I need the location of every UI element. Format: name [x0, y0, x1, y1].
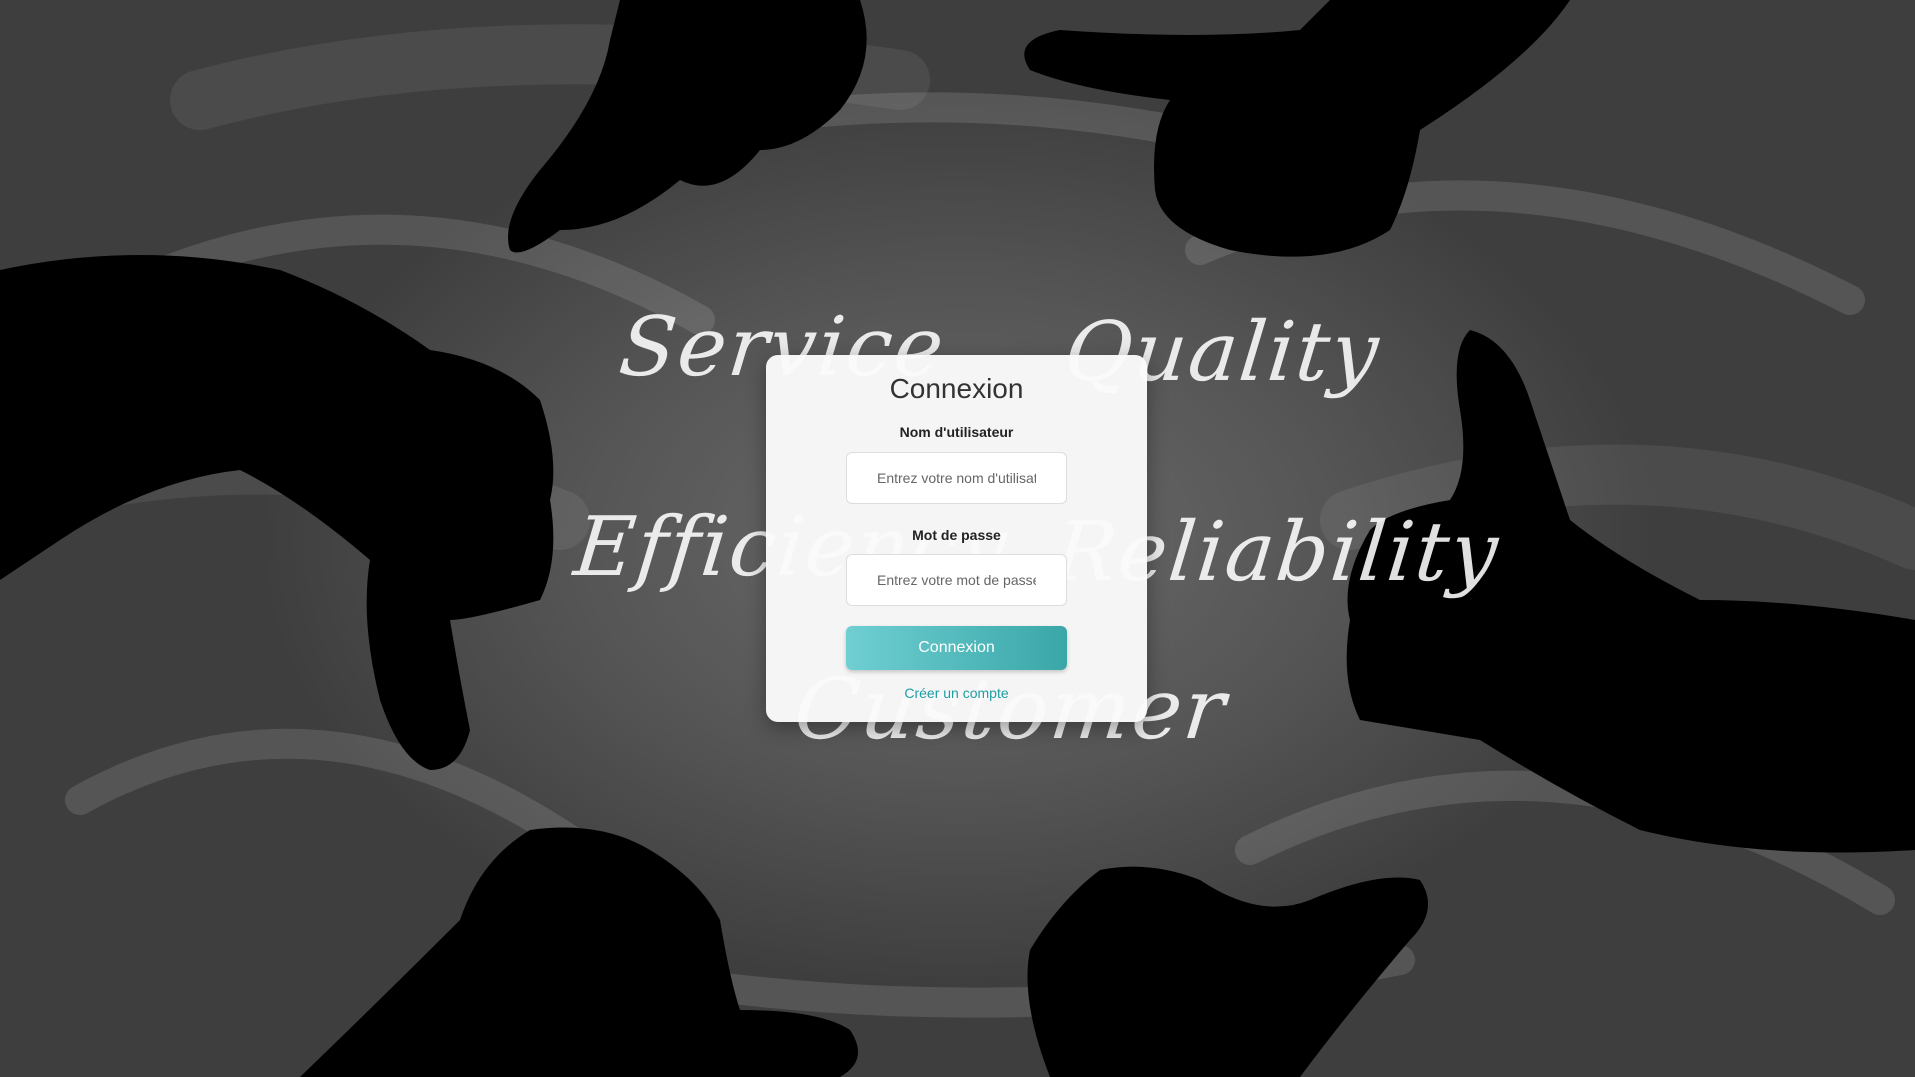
login-button[interactable]: Connexion: [846, 626, 1067, 670]
username-input[interactable]: [846, 452, 1067, 504]
login-title: Connexion: [889, 373, 1024, 404]
username-label: Nom d'utilisateur: [899, 424, 1014, 440]
password-input[interactable]: [846, 554, 1067, 606]
login-card: Connexion Nom d'utilisateur Mot de passe…: [766, 355, 1147, 722]
create-account-link[interactable]: Créer un compte: [766, 685, 1147, 701]
password-label: Mot de passe: [912, 527, 1001, 543]
